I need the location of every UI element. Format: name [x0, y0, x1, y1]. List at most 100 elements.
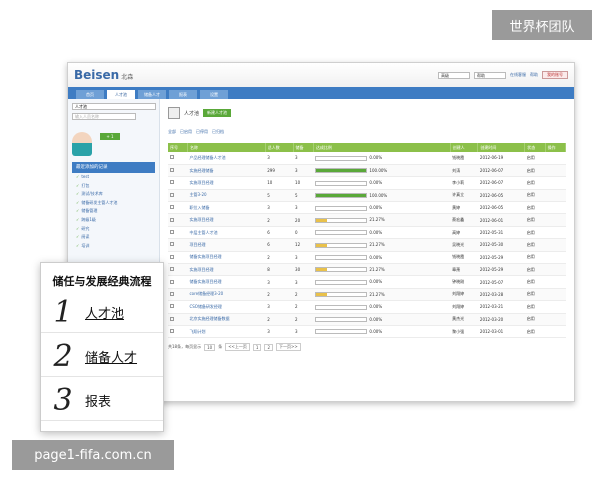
row-checkbox[interactable]	[170, 267, 174, 272]
row-creator: 黎小强	[452, 328, 465, 334]
table-row[interactable]: 职位入储备 3 3 0.00% 黄婷 2012-06-05 启用	[168, 201, 566, 215]
row-checkbox[interactable]	[170, 291, 174, 296]
row-checkbox[interactable]	[170, 304, 174, 309]
top-select-1[interactable]: 高级	[438, 71, 470, 79]
table-row[interactable]: 实施项目经理 10 10 0.00% 李小莉 2012-06-07 启用	[168, 176, 566, 190]
row-checkbox[interactable]	[170, 242, 174, 247]
sidebar-section-header: 最近添加的记录	[72, 162, 155, 173]
progress-bar	[315, 168, 368, 174]
row-name[interactable]: 飞翔计划	[189, 329, 205, 334]
table-row[interactable]: 中层主管人才池 6 0 0.00% 高婷 2012-05-31 启用	[168, 226, 566, 240]
link-online-service[interactable]: 在线客服	[510, 72, 526, 78]
row-date: 2012-06-01	[479, 217, 504, 223]
per-page-select[interactable]: 10	[204, 343, 216, 351]
prev-page-button[interactable]: <<上一页	[225, 343, 250, 352]
account-button[interactable]: 我的账号	[542, 71, 568, 79]
row-name[interactable]: 储备实施项目经理	[189, 279, 221, 284]
row-status: 启用	[526, 229, 535, 235]
filter-link[interactable]: 已停用	[196, 129, 208, 135]
table-row[interactable]: core储备经理3-20 2 2 21.27% 刘翔婷 2012-03-28 启用	[168, 288, 566, 302]
overlay-title: 储任与发展经典流程	[52, 275, 152, 288]
row-checkbox[interactable]	[170, 168, 174, 173]
row-name[interactable]: 产品经理储备人才池	[189, 155, 225, 160]
row-name[interactable]: 实施项目经理	[189, 180, 213, 185]
sidebar-item[interactable]: 阅读	[72, 233, 155, 242]
row-name[interactable]: core储备经理3-20	[189, 291, 223, 296]
table-row[interactable]: CSO储备研发经理 3 2 0.00% 刘翔婷 2012-03-21 启用	[168, 300, 566, 314]
row-name[interactable]: 实施项目经理	[189, 267, 213, 272]
sidebar-item[interactable]: 测试/技术库	[72, 190, 155, 199]
filter-link[interactable]: 已启用	[180, 129, 192, 135]
table-row[interactable]: 实施经理储备 299 3 100.00% 刘涛 2012-06-07 启用	[168, 164, 566, 178]
sidebar-item[interactable]: 研究	[72, 225, 155, 234]
row-checkbox[interactable]	[170, 192, 174, 197]
nav-tab-3[interactable]: 报表	[169, 90, 197, 99]
row-creator: 钱晓霞	[452, 254, 465, 260]
column-header[interactable]: 操作	[545, 143, 567, 152]
row-date: 2012-03-28	[479, 291, 504, 297]
row-name[interactable]: 实施项目经理	[189, 217, 213, 222]
row-checkbox[interactable]	[170, 155, 174, 160]
search-input[interactable]: 输入人员名称	[72, 113, 136, 120]
column-header[interactable]: 创建时间	[477, 143, 526, 152]
page-2-button[interactable]: 2	[264, 343, 273, 351]
row-checkbox[interactable]	[170, 279, 174, 284]
table-row[interactable]: 储备实施项目经理 2 3 0.00% 钱晓霞 2012-05-29 启用	[168, 251, 566, 265]
sidebar-item[interactable]: test	[72, 173, 155, 182]
column-header[interactable]: 名称	[187, 143, 266, 152]
top-select-2[interactable]: 帮助	[474, 71, 506, 79]
table-row[interactable]: 飞翔计划 3 3 0.00% 黎小强 2012-03-01 启用	[168, 325, 566, 339]
row-name[interactable]: 实施经理储备	[189, 168, 213, 173]
column-header[interactable]: 总人数	[265, 143, 294, 152]
next-page-button[interactable]: 下一页>>	[275, 343, 301, 352]
table-row[interactable]: 主管3-20 5 5 100.00% 许真立 2012-06-05 启用	[168, 189, 566, 203]
nav-tab-1[interactable]: 人才池	[107, 90, 135, 99]
row-checkbox[interactable]	[170, 254, 174, 259]
watermark-top-right: 世界杯团队	[492, 10, 592, 40]
new-pool-button[interactable]: 新建人才池	[203, 109, 232, 117]
column-header[interactable]: 储备	[293, 143, 314, 152]
row-date: 2012-03-01	[479, 329, 504, 335]
pool-select[interactable]: 人才池	[72, 103, 156, 110]
column-header[interactable]: 达成比例	[313, 143, 451, 152]
row-name[interactable]: 项目经理	[189, 242, 205, 247]
row-checkbox[interactable]	[170, 329, 174, 334]
row-name[interactable]: 职位入储备	[189, 205, 209, 210]
column-header[interactable]: 状态	[524, 143, 546, 152]
table-row[interactable]: 产品经理储备人才池 3 3 0.00% 钱晓霞 2012-06-19 启用	[168, 152, 566, 165]
row-checkbox[interactable]	[170, 230, 174, 235]
row-checkbox[interactable]	[170, 180, 174, 185]
sidebar-item[interactable]: 打包	[72, 182, 155, 191]
table-row[interactable]: 北京实施经理储备数据 2 2 0.00% 黄杰光 2012-03-20 启用	[168, 313, 566, 326]
column-header[interactable]: 创建人	[450, 143, 479, 152]
filter-link[interactable]: 已归档	[212, 129, 224, 135]
sidebar-item[interactable]: 储备研发主管人才池	[72, 199, 155, 208]
sidebar-item[interactable]: 跨级1级	[72, 216, 155, 225]
row-checkbox[interactable]	[170, 217, 174, 222]
table-row[interactable]: 实施项目经理 8 30 21.27% 章萧 2012-05-29 启用	[168, 263, 566, 277]
table-row[interactable]: 储备实施项目经理 3 3 0.00% 钟晓刚 2012-05-07 启用	[168, 275, 566, 289]
row-name[interactable]: 主管3-20	[189, 192, 206, 197]
row-status: 启用	[526, 179, 535, 185]
table-row[interactable]: 项目经理 6 12 21.27% 吴晓光 2012-05-30 启用	[168, 238, 566, 252]
row-creator: 吴晓光	[452, 241, 465, 247]
row-checkbox[interactable]	[170, 316, 174, 321]
add-badge-button[interactable]: + 1	[100, 133, 120, 140]
row-checkbox[interactable]	[170, 205, 174, 210]
nav-tab-4[interactable]: 设置	[200, 90, 228, 99]
row-date: 2012-05-29	[479, 267, 504, 273]
row-name[interactable]: CSO储备研发经理	[189, 304, 221, 309]
link-help[interactable]: 帮助	[530, 72, 538, 78]
nav-tab-2[interactable]: 储备人才	[138, 90, 166, 99]
row-status: 启用	[526, 167, 535, 173]
sidebar-item[interactable]: 培训	[72, 242, 155, 251]
row-name[interactable]: 储备实施项目经理	[189, 254, 221, 259]
table-row[interactable]: 实施项目经理 2 20 21.27% 蔡宏鑫 2012-06-01 启用	[168, 213, 566, 227]
column-header[interactable]: 序号	[168, 143, 188, 152]
row-name[interactable]: 中层主管人才池	[189, 230, 217, 235]
nav-tab-0[interactable]: 首页	[76, 90, 104, 99]
page-1-button[interactable]: 1	[252, 343, 262, 351]
sidebar-item[interactable]: 储备管理	[72, 207, 155, 216]
row-name[interactable]: 北京实施经理储备数据	[189, 316, 229, 321]
filter-link[interactable]: 全部	[168, 129, 176, 135]
